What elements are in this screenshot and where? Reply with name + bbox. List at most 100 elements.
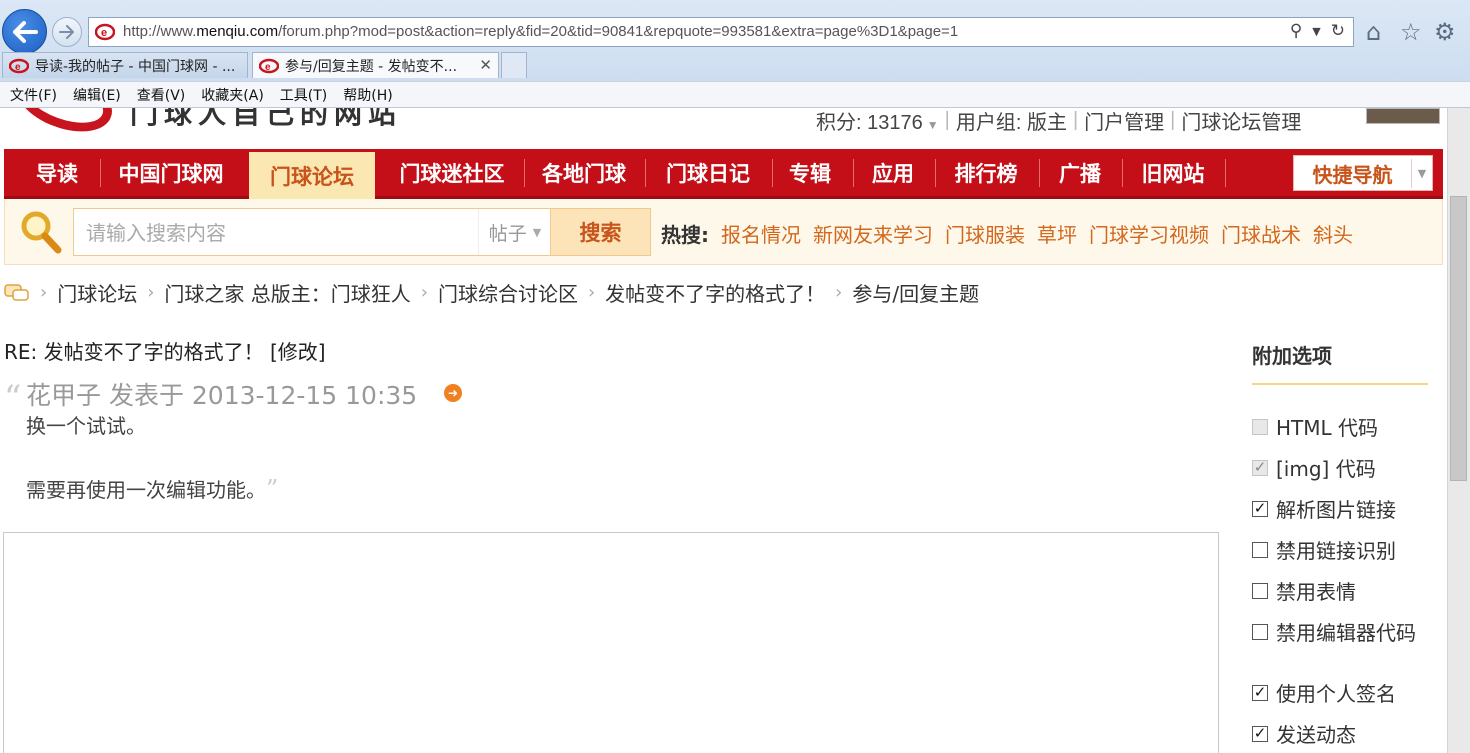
menu-favorites[interactable]: 收藏夹(A) xyxy=(201,85,264,105)
divider xyxy=(935,159,936,187)
tab-bar: e 导读-我的帖子 - 中国门球网 - ... e 参与/回复主题 - 发帖变不… xyxy=(0,52,1470,80)
quote-text-line2: 需要再使用一次编辑功能。” xyxy=(26,475,279,503)
magnifier-icon xyxy=(21,211,62,254)
option-disable-smilies[interactable]: 禁用表情 xyxy=(1252,576,1356,605)
web-page: 门球人自己的网站 积分: 13176 ▼ | 用户组: 版主 | 门户管理 | 门… xyxy=(0,108,1447,753)
nav-item-home[interactable]: 中国门球网 xyxy=(106,149,236,196)
option-send-feed[interactable]: ✓ 发送动态 xyxy=(1252,719,1356,748)
quote-author: 花甲子 发表于 2013-12-15 10:35 xyxy=(26,381,418,410)
nav-item-ranking[interactable]: 排行榜 xyxy=(939,149,1033,196)
dropdown-icon[interactable]: ▼ xyxy=(1312,25,1320,38)
browser-chrome: e http://www.menqiu.com/forum.php?mod=po… xyxy=(0,0,1470,108)
back-button[interactable] xyxy=(2,9,47,54)
hot-term-link[interactable]: 报名情况 xyxy=(721,219,801,248)
avatar[interactable] xyxy=(1366,108,1440,124)
checkbox[interactable]: ✓ xyxy=(1252,684,1268,701)
close-icon[interactable]: ✕ xyxy=(479,56,492,74)
menu-edit[interactable]: 编辑(E) xyxy=(73,85,121,105)
forum-admin-link[interactable]: 门球论坛管理 xyxy=(1181,108,1301,135)
tab-label: 导读-我的帖子 - 中国门球网 - ... xyxy=(35,58,236,75)
scrollbar-thumb[interactable] xyxy=(1450,196,1467,481)
search-icon[interactable]: ⚲ xyxy=(1290,21,1302,41)
new-tab-button[interactable] xyxy=(501,52,527,78)
divider xyxy=(1122,159,1123,187)
home-chat-icon[interactable] xyxy=(4,282,30,304)
option-img-code: ✓ [img] 代码 xyxy=(1252,457,1376,481)
chevron-right-icon: › xyxy=(835,282,843,303)
hot-term-link[interactable]: 斜头 xyxy=(1313,219,1353,248)
nav-item-regions[interactable]: 各地门球 xyxy=(528,149,640,196)
nav-item-old-site[interactable]: 旧网站 xyxy=(1126,149,1220,196)
favorites-star-icon[interactable]: ☆ xyxy=(1400,18,1422,46)
breadcrumb-forum[interactable]: 门球论坛 xyxy=(57,278,137,307)
nav-item-forum[interactable]: 门球论坛 xyxy=(249,152,375,199)
menu-file[interactable]: 文件(F) xyxy=(10,85,57,105)
hot-search-label: 热搜: xyxy=(661,223,709,247)
divider xyxy=(772,159,773,187)
site-header: 门球人自己的网站 积分: 13176 ▼ | 用户组: 版主 | 门户管理 | 门… xyxy=(0,108,1447,148)
breadcrumb-current: 参与/回复主题 xyxy=(852,282,980,306)
arrow-left-icon xyxy=(12,20,38,43)
divider: | xyxy=(1072,109,1079,131)
checkbox[interactable]: ✓ xyxy=(1252,500,1268,517)
site-favicon-icon: e xyxy=(259,58,279,73)
search-input[interactable] xyxy=(84,219,468,247)
points-menu[interactable]: 积分: 13176 ▼ xyxy=(816,108,939,135)
url-text[interactable]: http://www.menqiu.com/forum.php?mod=post… xyxy=(123,23,958,40)
checkbox[interactable]: ✓ xyxy=(1252,725,1268,742)
nav-item-community[interactable]: 门球迷社区 xyxy=(384,149,520,196)
home-icon[interactable]: ⌂ xyxy=(1366,18,1381,46)
quick-nav-button[interactable]: 快捷导航 ▼ xyxy=(1293,155,1433,191)
hot-term-link[interactable]: 门球战术 xyxy=(1221,219,1301,248)
settings-gear-icon[interactable]: ⚙ xyxy=(1434,18,1456,46)
hot-term-link[interactable]: 新网友来学习 xyxy=(813,219,933,248)
nav-item-guide[interactable]: 导读 xyxy=(18,149,96,196)
search-type-select[interactable]: 帖子 ▼ xyxy=(478,209,551,255)
arrow-right-icon xyxy=(59,25,74,39)
chevron-right-icon: › xyxy=(147,282,155,303)
hot-term-link[interactable]: 门球服装 xyxy=(945,219,1025,248)
site-favicon-icon: e xyxy=(9,58,29,73)
checkbox xyxy=(1252,418,1268,435)
address-bar[interactable]: e http://www.menqiu.com/forum.php?mod=po… xyxy=(88,17,1354,47)
menu-view[interactable]: 查看(V) xyxy=(137,85,186,105)
nav-item-diary[interactable]: 门球日记 xyxy=(649,149,767,196)
breadcrumb-thread[interactable]: 发帖变不了字的格式了！ xyxy=(605,278,825,307)
user-group-link[interactable]: 用户组: 版主 xyxy=(956,108,1067,135)
hot-term-link[interactable]: 门球学习视频 xyxy=(1089,219,1209,248)
divider xyxy=(100,159,101,187)
checkbox[interactable] xyxy=(1252,582,1268,599)
divider xyxy=(853,159,854,187)
menu-tools[interactable]: 工具(T) xyxy=(280,85,327,105)
breadcrumb-board[interactable]: 门球综合讨论区 xyxy=(438,278,578,307)
search-type-label: 帖子 xyxy=(488,222,527,245)
reply-editor[interactable] xyxy=(3,532,1219,753)
option-html-code: HTML 代码 xyxy=(1252,412,1378,441)
option-disable-editor-code[interactable]: 禁用编辑器代码 xyxy=(1252,617,1416,646)
post-title: RE: 发帖变不了字的格式了！ [修改] xyxy=(4,340,326,364)
breadcrumb-section[interactable]: 门球之家 总版主：门球狂人 xyxy=(164,278,410,307)
browser-tab-guide[interactable]: e 导读-我的帖子 - 中国门球网 - ... xyxy=(2,52,248,78)
site-favicon-icon: e xyxy=(95,23,115,41)
search-button[interactable]: 搜索 xyxy=(551,208,651,256)
browser-tab-reply[interactable]: e 参与/回复主题 - 发帖变不... ✕ xyxy=(252,52,499,78)
chevron-right-icon: › xyxy=(40,282,48,303)
nav-item-apps[interactable]: 应用 xyxy=(857,149,929,196)
quick-nav-label: 快捷导航 xyxy=(1294,158,1412,188)
option-parse-image-links[interactable]: ✓ 解析图片链接 xyxy=(1252,494,1396,523)
checkbox[interactable] xyxy=(1252,623,1268,640)
nav-item-broadcast[interactable]: 广播 xyxy=(1043,149,1117,196)
option-use-signature[interactable]: ✓ 使用个人签名 xyxy=(1252,678,1396,707)
goto-post-icon[interactable]: ➜ xyxy=(444,384,462,402)
menu-help[interactable]: 帮助(H) xyxy=(343,85,392,105)
forward-button[interactable] xyxy=(52,17,82,47)
hot-search: 热搜: 报名情况 新网友来学习 门球服装 草坪 门球学习视频 门球战术 斜头 xyxy=(661,219,1353,248)
hot-term-link[interactable]: 草坪 xyxy=(1037,219,1077,248)
refresh-icon[interactable]: ↻ xyxy=(1331,21,1345,41)
vertical-scrollbar[interactable] xyxy=(1447,108,1470,753)
portal-admin-link[interactable]: 门户管理 xyxy=(1084,108,1164,135)
nav-item-albums[interactable]: 专辑 xyxy=(776,149,844,196)
option-disable-link-detect[interactable]: 禁用链接识别 xyxy=(1252,535,1396,564)
checkbox[interactable] xyxy=(1252,541,1268,558)
site-logo[interactable] xyxy=(7,108,121,144)
